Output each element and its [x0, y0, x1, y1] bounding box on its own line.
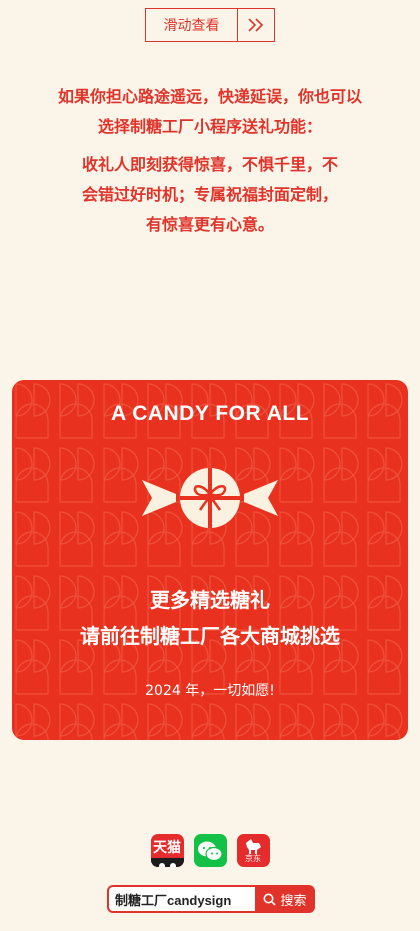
tmall-icon[interactable]: 天猫: [150, 834, 184, 867]
search-input[interactable]: 制糖工厂candysign: [107, 885, 255, 913]
intro-paragraph-1: 如果你担心路途遥远，快递延误，你也可以 选择制糖工厂小程序送礼功能：: [20, 82, 400, 142]
search-icon: [263, 893, 277, 906]
intro-line: 会错过好时机；专属祝福封面定制，: [81, 185, 338, 204]
candy-gift-icon: [142, 468, 278, 528]
intro-line: 如果你担心路途遥远，快递延误，你也可以: [57, 87, 362, 106]
tmall-eyes: [150, 858, 184, 867]
card-line-1: 更多精选糖礼: [150, 588, 270, 612]
swipe-view-button[interactable]: 滑动查看: [145, 8, 275, 42]
card-title: A CANDY FOR ALL: [110, 402, 310, 425]
wechat-icon[interactable]: [193, 834, 227, 867]
double-chevron-right-icon: [238, 9, 274, 41]
jd-label: 京东: [245, 854, 261, 863]
intro-paragraph-2: 收礼人即刻获得惊喜，不惧千里，不 会错过好时机；专属祝福封面定制， 有惊喜更有心…: [20, 150, 400, 240]
store-links: 天猫 京东: [0, 834, 420, 867]
jd-icon[interactable]: 京东: [236, 834, 270, 867]
card-year-note: 2024 年，一切如愿!: [145, 683, 275, 699]
search-bar: 制糖工厂candysign 搜索: [107, 885, 315, 913]
promo-card: A CANDY FOR ALL 更多精选糖礼 请前往制糖工厂各大商城挑选 202…: [12, 380, 408, 740]
intro-line: 收礼人即刻获得惊喜，不惧千里，不: [81, 155, 338, 174]
intro-line: 选择制糖工厂小程序送礼功能：: [97, 117, 322, 136]
tmall-label: 天猫: [153, 840, 181, 856]
card-line-2: 请前往制糖工厂各大商城挑选: [80, 624, 340, 648]
swipe-view-label: 滑动查看: [146, 9, 238, 41]
intro-line: 有惊喜更有心意。: [145, 215, 274, 234]
search-button-label: 搜索: [280, 893, 307, 909]
search-button[interactable]: 搜索: [255, 885, 315, 913]
